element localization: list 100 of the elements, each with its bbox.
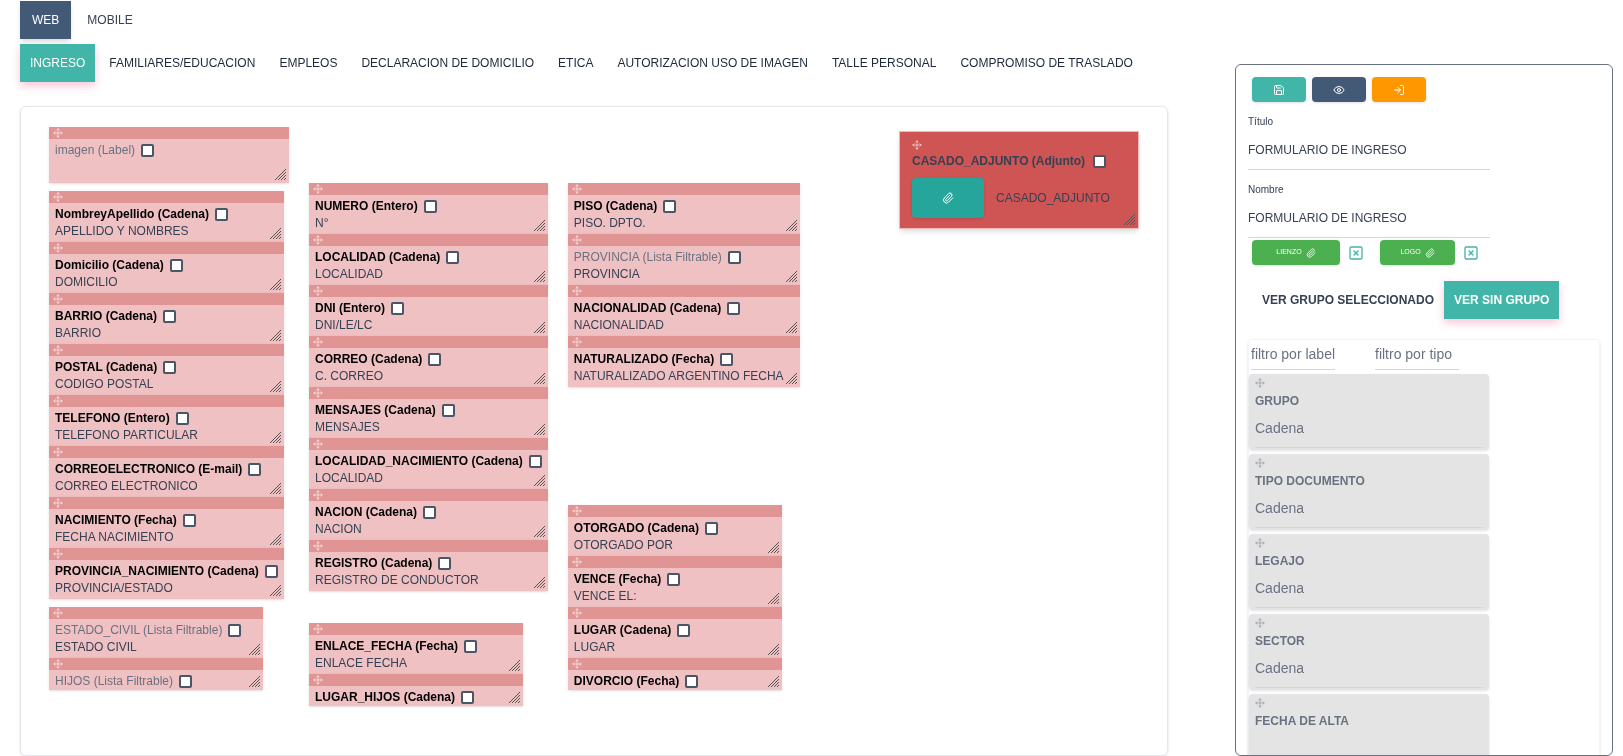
- resize-handle[interactable]: [533, 271, 546, 283]
- checkbox[interactable]: [720, 352, 734, 366]
- field-card[interactable]: NACION (Cadena) NACION: [309, 489, 548, 540]
- checkbox[interactable]: [685, 674, 699, 688]
- text-field[interactable]: FORMULARIO DE INGRESO: [1248, 129, 1490, 170]
- field-card[interactable]: NUMERO (Entero) N°: [309, 183, 548, 234]
- resize-handle[interactable]: [269, 483, 282, 495]
- field-card[interactable]: OTORGADO (Cadena) OTORGADO POR: [567, 505, 782, 556]
- field-card[interactable]: LEGAJO Cadena: [1249, 534, 1489, 610]
- resize-handle[interactable]: [785, 373, 798, 385]
- resize-handle[interactable]: [249, 676, 261, 688]
- checkbox[interactable]: [428, 352, 442, 366]
- field-card[interactable]: CORREO (Cadena) C. CORREO: [309, 336, 548, 387]
- section-tab[interactable]: COMPROMISO DE TRASLADO: [950, 44, 1143, 82]
- field-card[interactable]: PISO (Cadena) PISO. DPTO.: [567, 183, 800, 234]
- checkbox[interactable]: [528, 454, 542, 468]
- section-tab[interactable]: TALLE PERSONAL: [821, 44, 947, 82]
- filter-field[interactable]: filtro por tipo: [1375, 340, 1459, 370]
- checkbox[interactable]: [423, 199, 437, 213]
- section-tab[interactable]: AUTORIZACION USO DE IMAGEN: [607, 44, 818, 82]
- checkbox[interactable]: [264, 564, 278, 578]
- section-tab[interactable]: EMPLEOS: [269, 44, 348, 82]
- resize-handle[interactable]: [767, 676, 780, 688]
- field-card[interactable]: ESTADO_CIVIL (Lista Filtrable) ESTADO CIVIL: [49, 607, 263, 658]
- section-tab[interactable]: DECLARACION DE DOMICILIO: [351, 44, 545, 82]
- checkbox[interactable]: [441, 403, 455, 417]
- resize-handle[interactable]: [509, 660, 521, 672]
- resize-handle[interactable]: [269, 534, 282, 546]
- resize-handle[interactable]: [509, 692, 521, 704]
- checkbox[interactable]: [677, 623, 691, 637]
- field-card[interactable]: LOCALIDAD (Cadena) LOCALIDAD: [309, 234, 548, 285]
- resize-handle[interactable]: [785, 220, 798, 232]
- field-card[interactable]: BARRIO (Cadena) BARRIO: [49, 293, 284, 344]
- checkbox[interactable]: [141, 143, 155, 157]
- field-card[interactable]: Domicilio (Cadena) DOMICILIO: [49, 242, 284, 293]
- field-card[interactable]: PROVINCIA_NACIMIENTO (Cadena) PROVINCIA/ESTADO: [49, 548, 284, 599]
- field-card[interactable]: MENSAJES (Cadena) MENSAJES: [309, 387, 548, 438]
- section-tab[interactable]: ETICA: [548, 44, 604, 82]
- checkbox[interactable]: [1093, 154, 1107, 168]
- checkbox[interactable]: [727, 250, 741, 264]
- resize-handle[interactable]: [249, 644, 261, 656]
- checkbox[interactable]: [228, 623, 242, 637]
- resize-handle[interactable]: [533, 577, 546, 589]
- resize-handle[interactable]: [533, 475, 546, 487]
- field-card[interactable]: VENCE (Fecha) VENCE EL:: [567, 556, 782, 607]
- field-card[interactable]: PROVINCIA (Lista Filtrable) PROVINCIA: [567, 234, 800, 285]
- field-card[interactable]: NombreyApellido (Cadena) APELLIDO Y NOMBRES: [49, 191, 284, 242]
- platform-tab[interactable]: WEB: [20, 1, 72, 39]
- checkbox[interactable]: [163, 360, 177, 374]
- resize-handle[interactable]: [269, 279, 282, 291]
- checkbox[interactable]: [248, 462, 262, 476]
- field-card[interactable]: LOCALIDAD_NACIMIENTO (Cadena) LOCALIDAD: [309, 438, 548, 489]
- save-button[interactable]: [1252, 77, 1306, 102]
- resize-handle[interactable]: [269, 585, 282, 597]
- resize-handle[interactable]: [533, 526, 546, 538]
- field-card[interactable]: SECTOR Cadena: [1249, 614, 1489, 690]
- resize-handle[interactable]: [533, 424, 546, 436]
- checkbox[interactable]: [182, 513, 196, 527]
- field-card[interactable]: DIVORCIO (Fecha): [567, 658, 782, 690]
- checkbox[interactable]: [163, 309, 176, 323]
- field-card[interactable]: LUGAR (Cadena) LUGAR: [567, 607, 782, 658]
- checkbox[interactable]: [169, 258, 183, 272]
- text-field[interactable]: FORMULARIO DE INGRESO: [1248, 197, 1490, 238]
- field-card[interactable]: NACIONALIDAD (Cadena) NACIONALIDAD: [567, 285, 800, 336]
- field-card[interactable]: GRUPO Cadena: [1249, 374, 1489, 450]
- field-card[interactable]: REGISTRO (Cadena) REGISTRO DE CONDUCTOR: [309, 540, 548, 591]
- checkbox[interactable]: [175, 411, 189, 425]
- field-card[interactable]: TELEFONO (Entero) TELEFONO PARTICULAR: [49, 395, 284, 446]
- checkbox[interactable]: [438, 556, 452, 570]
- checkbox[interactable]: [215, 207, 229, 221]
- resize-handle[interactable]: [1124, 214, 1136, 226]
- resize-handle[interactable]: [785, 271, 798, 283]
- checkbox[interactable]: [391, 301, 404, 315]
- resize-handle[interactable]: [767, 542, 780, 554]
- checkbox[interactable]: [463, 639, 477, 653]
- checkbox[interactable]: [423, 505, 436, 519]
- preview-button[interactable]: [1312, 77, 1366, 102]
- resize-handle[interactable]: [785, 322, 798, 334]
- platform-tab[interactable]: MOBILE: [75, 1, 145, 39]
- field-card[interactable]: DNI (Entero) DNI/LE/LC: [309, 285, 548, 336]
- filter-field[interactable]: filtro por label: [1251, 340, 1335, 370]
- field-card[interactable]: NATURALIZADO (Fecha) NATURALIZADO ARGENTINO FECHA: [567, 336, 800, 387]
- resize-handle[interactable]: [269, 381, 282, 393]
- field-card[interactable]: FECHA DE ALTA: [1249, 694, 1489, 755]
- checkbox[interactable]: [446, 250, 460, 264]
- checkbox[interactable]: [727, 301, 741, 315]
- field-card[interactable]: NACIMIENTO (Fecha) FECHA NACIMIENTO: [49, 497, 284, 548]
- field-card[interactable]: TIPO DOCUMENTO Cadena: [1249, 454, 1489, 530]
- move-icon[interactable]: [912, 140, 922, 150]
- view-tab[interactable]: VER GRUPO SELECCIONADO: [1252, 281, 1445, 319]
- resize-handle[interactable]: [533, 322, 546, 334]
- resize-handle[interactable]: [533, 220, 546, 232]
- resize-handle[interactable]: [269, 330, 282, 342]
- resize-handle[interactable]: [269, 228, 282, 240]
- delete-icon[interactable]: [1348, 244, 1364, 261]
- field-card[interactable]: ENLACE_FECHA (Fecha) ENLACE FECHA: [309, 623, 523, 674]
- checkbox[interactable]: [704, 521, 718, 535]
- field-card[interactable]: POSTAL (Cadena) CODIGO POSTAL: [49, 344, 284, 395]
- checkbox[interactable]: [663, 199, 677, 213]
- field-card[interactable]: CORREOELECTRONICO (E-mail) CORREO ELECTRONICO: [49, 446, 284, 497]
